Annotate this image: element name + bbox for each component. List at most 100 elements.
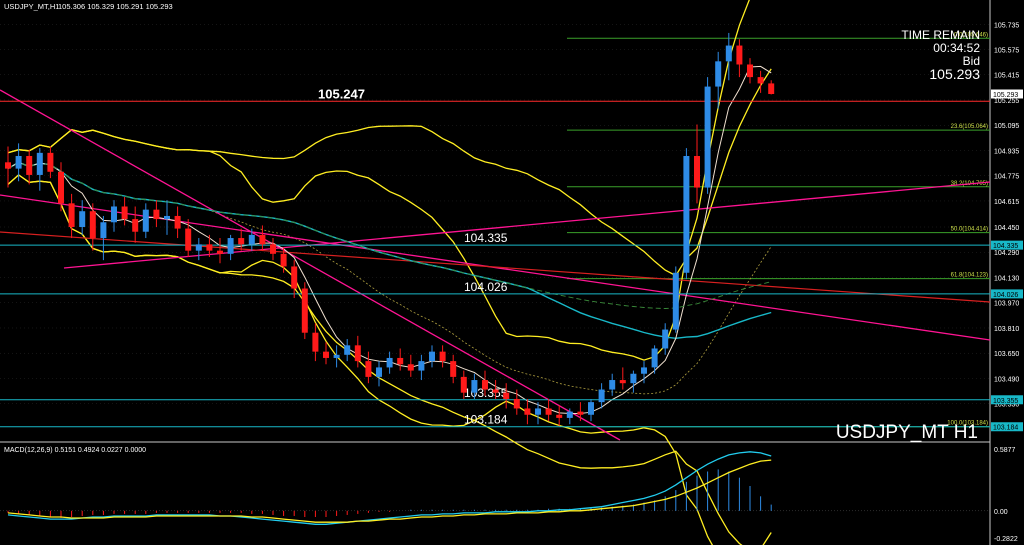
- candle-body: [725, 45, 732, 62]
- horizontal-level-label: 103.184: [464, 413, 508, 427]
- horizontal-level-label: 104.335: [464, 231, 508, 245]
- price-axis-tick: 103.490: [994, 376, 1019, 383]
- price-axis-tag: 103.184: [993, 425, 1018, 432]
- candle-body: [15, 156, 22, 169]
- candle-body: [280, 253, 287, 267]
- candle-body: [524, 408, 531, 415]
- price-axis-tick: 103.650: [994, 351, 1019, 358]
- chart-background: [0, 0, 1024, 545]
- candle-body: [683, 156, 690, 273]
- candle-body: [397, 357, 404, 365]
- candle-body: [217, 250, 223, 254]
- candle-body: [142, 209, 149, 232]
- candle-body: [429, 351, 435, 362]
- candle-body: [68, 203, 75, 227]
- candle-body: [376, 367, 382, 377]
- candle-body: [26, 156, 33, 175]
- price-axis-tag: 104.026: [993, 292, 1018, 299]
- candle-body: [259, 234, 266, 245]
- candle-body: [185, 228, 192, 251]
- candle-body: [248, 234, 255, 245]
- candle-body: [588, 402, 594, 415]
- candle-body: [535, 408, 541, 415]
- candle-body: [121, 206, 128, 220]
- candle-body: [291, 266, 298, 289]
- candle-body: [111, 206, 117, 223]
- price-axis-tick: 104.450: [994, 225, 1019, 232]
- candle-body: [450, 361, 457, 377]
- price-axis-tick: 104.290: [994, 250, 1019, 257]
- price-axis-tick: 105.095: [994, 123, 1019, 130]
- candle-body: [100, 222, 107, 239]
- candle-body: [5, 162, 11, 169]
- candle-body: [89, 211, 96, 239]
- price-axis-tag: 104.335: [993, 243, 1018, 250]
- candle-body: [354, 345, 361, 362]
- fib-level-label: 61.8(104.123): [951, 273, 988, 279]
- candle-body: [439, 351, 446, 362]
- candle-body: [619, 380, 626, 384]
- price-axis-tick: 105.255: [994, 98, 1019, 105]
- macd-axis-tick-top: 0.5877: [994, 447, 1016, 454]
- candle-body: [704, 86, 711, 188]
- price-axis-tag: 105.293: [993, 92, 1018, 99]
- candle-body: [47, 152, 54, 172]
- price-axis-tick: 103.970: [994, 301, 1019, 308]
- candle-body: [768, 83, 775, 94]
- price-axis-tick: 104.615: [994, 199, 1019, 206]
- horizontal-level-label: 104.026: [464, 280, 508, 294]
- candle-body: [460, 376, 467, 393]
- candle-body: [672, 272, 679, 330]
- ohlc-readout: 105.306 105.329 105.291 105.293: [58, 2, 173, 11]
- price-axis-tick: 104.775: [994, 174, 1019, 181]
- candle-body: [577, 411, 584, 415]
- price-axis-tick: 105.735: [994, 22, 1019, 29]
- price-axis-tick: 104.130: [994, 275, 1019, 282]
- candle-body: [598, 389, 605, 403]
- time-remain-label: TIME REMAIN: [901, 28, 980, 42]
- chart-window[interactable]: 0.0(105.646)23.6(105.064)38.2(104.705)50…: [0, 0, 1024, 545]
- candle-body: [503, 392, 510, 399]
- candle-body: [747, 64, 753, 78]
- candle-body: [418, 361, 425, 371]
- candle-body: [609, 380, 616, 390]
- candle-body: [757, 77, 764, 84]
- candle-body: [36, 152, 43, 175]
- candle-body: [344, 345, 351, 355]
- candle-body: [566, 411, 573, 418]
- candle-body: [312, 332, 319, 352]
- candle-body: [238, 238, 245, 245]
- candle-body: [79, 211, 86, 227]
- candle-body: [58, 171, 64, 204]
- candle-body: [492, 389, 499, 393]
- candle-body: [513, 398, 520, 409]
- candle-body: [545, 408, 552, 415]
- candle-body: [556, 414, 563, 418]
- chart-watermark: USDJPY_MT H1: [836, 422, 978, 443]
- candle-body: [641, 367, 647, 374]
- candle-body: [153, 209, 160, 220]
- candle-body: [174, 215, 181, 229]
- horizontal-level-label: 105.247: [318, 86, 365, 101]
- price-axis-tick: 103.810: [994, 326, 1019, 333]
- macd-axis-tick-bottom: -0.2822: [994, 536, 1018, 543]
- candle-body: [630, 373, 637, 384]
- bid-value: 105.293: [929, 66, 980, 82]
- candle-body: [471, 380, 478, 393]
- candle-body: [132, 219, 139, 232]
- price-axis-tag: 103.355: [993, 398, 1018, 405]
- candle-body: [386, 357, 393, 368]
- candle-body: [164, 215, 170, 220]
- candle-body: [333, 354, 340, 358]
- price-axis-tick: 105.415: [994, 73, 1019, 80]
- fib-level-label: 50.0(104.414): [951, 227, 988, 233]
- candle-body: [715, 61, 722, 87]
- candle-body: [651, 348, 658, 368]
- macd-label: MACD(12,26,9) 0.5151 0.4924 0.0227 0.000…: [4, 447, 146, 454]
- candle-body: [323, 351, 329, 358]
- candle-body: [694, 156, 700, 188]
- candle-body: [482, 380, 488, 390]
- candle-body: [301, 288, 308, 333]
- candle-body: [407, 364, 414, 371]
- fib-level-label: 23.6(105.064): [951, 124, 988, 130]
